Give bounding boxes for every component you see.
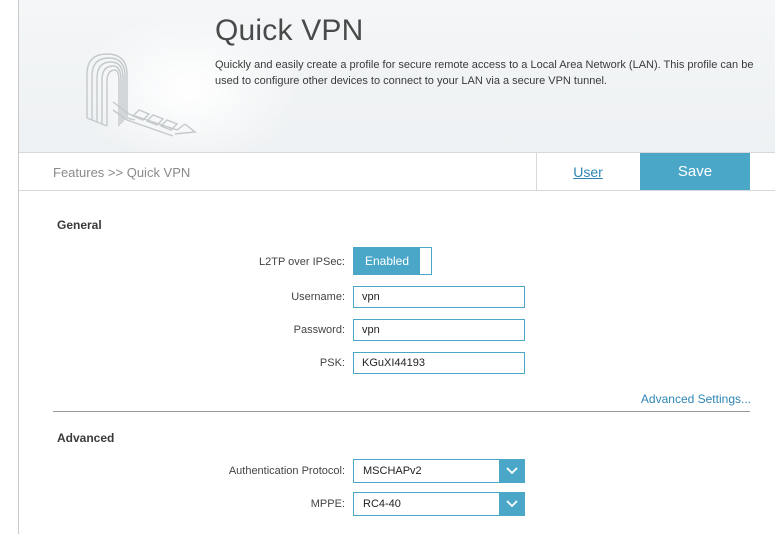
auth-protocol-value: MSCHAPv2 (363, 465, 422, 477)
chevron-down-icon[interactable] (499, 493, 524, 515)
password-field[interactable] (353, 319, 525, 341)
breadcrumb: Features >> Quick VPN (53, 165, 191, 180)
section-divider (53, 411, 750, 412)
password-label: Password: (293, 324, 345, 336)
save-button[interactable]: Save (640, 153, 750, 190)
username-label: Username: (291, 291, 345, 303)
chevron-down-icon[interactable] (499, 460, 524, 482)
user-link[interactable]: User (536, 153, 639, 190)
auth-protocol-label: Authentication Protocol: (228, 465, 345, 477)
vpn-tunnel-logo-icon (86, 53, 197, 137)
psk-label: PSK: (319, 357, 345, 369)
page-title: Quick VPN (215, 14, 364, 47)
advanced-settings-link[interactable]: Advanced Settings... (641, 392, 751, 406)
page-description: Quickly and easily create a profile for … (215, 59, 754, 87)
section-title-advanced: Advanced (57, 431, 115, 445)
l2tp-toggle-state: Enabled (354, 248, 420, 274)
l2tp-toggle[interactable]: Enabled (353, 247, 432, 275)
auth-protocol-select[interactable]: MSCHAPv2 (353, 459, 525, 483)
mppe-value: RC4-40 (363, 498, 401, 510)
username-field[interactable] (353, 286, 525, 308)
mppe-label: MPPE: (310, 498, 345, 510)
toolbar: Features >> Quick VPN User Save (19, 153, 775, 191)
mppe-select[interactable]: RC4-40 (353, 492, 525, 516)
l2tp-label: L2TP over IPSec: (258, 256, 345, 268)
section-title-general: General (57, 218, 102, 232)
app-frame: Quick VPN Quickly and easily create a pr… (18, 0, 775, 534)
page-header: Quick VPN Quickly and easily create a pr… (19, 0, 775, 153)
psk-field[interactable] (353, 352, 525, 374)
